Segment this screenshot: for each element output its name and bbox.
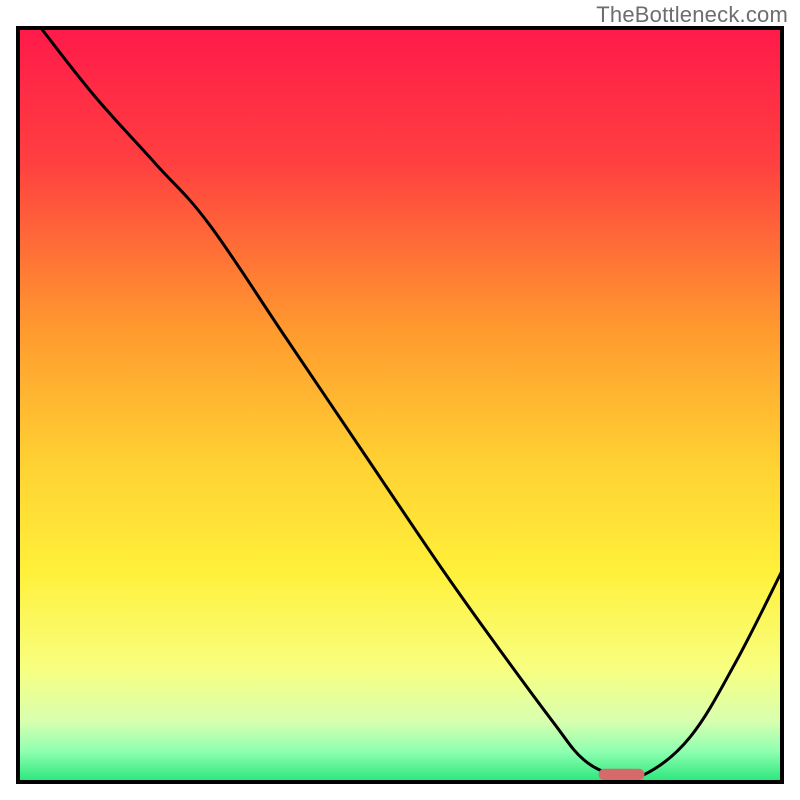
chart-container: TheBottleneck.com	[0, 0, 800, 800]
chart-gradient-background	[18, 28, 782, 782]
chart-marker	[599, 769, 645, 780]
gradient-line-chart	[0, 0, 800, 800]
watermark-text: TheBottleneck.com	[596, 2, 788, 28]
